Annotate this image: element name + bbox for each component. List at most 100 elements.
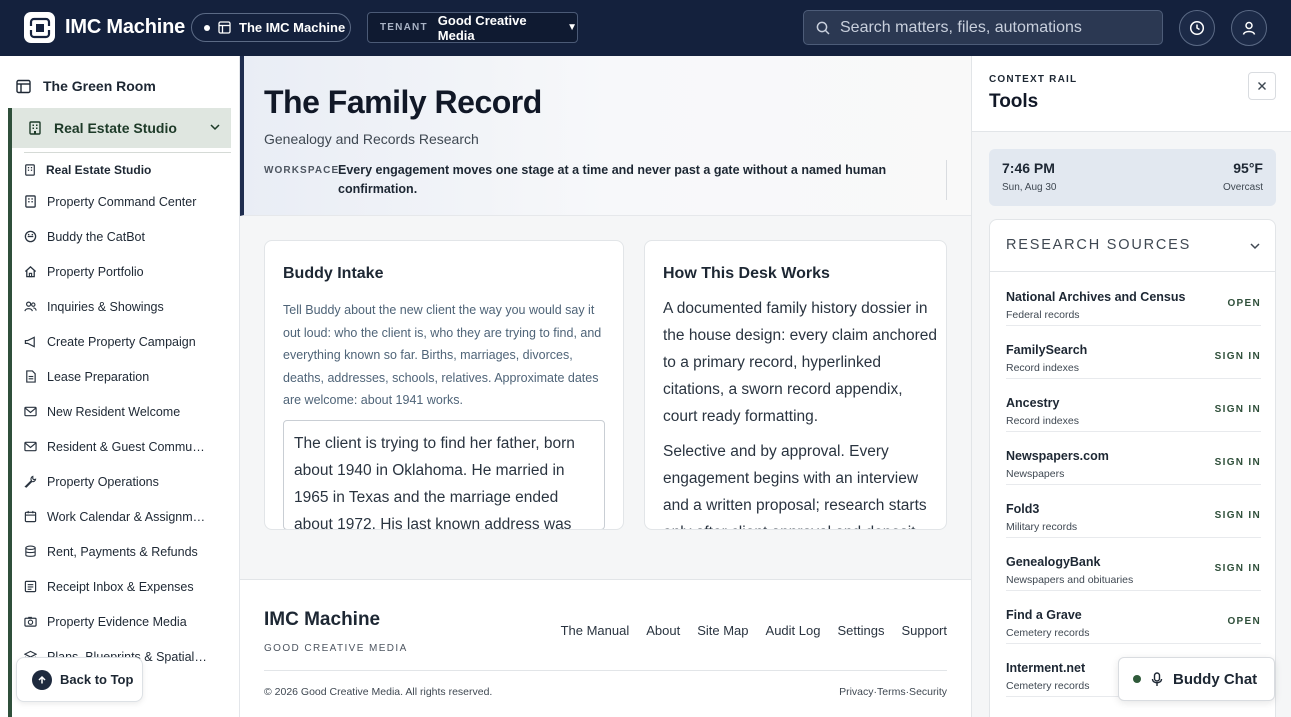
status-dot-icon — [204, 24, 210, 31]
source-name: Newspapers.com — [1006, 449, 1109, 463]
intake-textarea[interactable]: The client is trying to find her father,… — [283, 420, 605, 529]
sidebar-item-label: Property Command Center — [47, 194, 197, 209]
workspace-pill-label: The IMC Machine — [239, 20, 346, 35]
source-name: Find a Grave — [1006, 608, 1082, 622]
card-title: Buddy Intake — [283, 265, 384, 282]
search-icon — [816, 21, 830, 35]
sidebar-item-real-estate-studio[interactable]: Real Estate Studio — [24, 156, 224, 184]
source-category: Cemetery records — [1006, 627, 1090, 639]
source-category: Record indexes — [1006, 415, 1079, 427]
database-icon — [25, 545, 36, 557]
footer-brand: IMC Machine — [264, 609, 381, 630]
footer-link-site-map[interactable]: Site Map — [697, 623, 748, 638]
sidebar-item-property-operations[interactable]: Property Operations — [24, 464, 224, 499]
wrench-icon — [24, 475, 37, 488]
history-button[interactable] — [1179, 10, 1215, 46]
tenant-label: TENANT — [380, 22, 428, 33]
hero-divider — [946, 160, 947, 200]
sidebar-item-inquiries-showings[interactable]: Inquiries & Showings — [24, 289, 224, 324]
weather-temperature: 95°F — [1233, 160, 1263, 176]
workspace-label: WORKSPACE — [264, 165, 340, 176]
sidebar-item-rent-payments-refunds[interactable]: Rent, Payments & Refunds — [24, 534, 224, 569]
footer-legal-links[interactable]: Privacy·Terms·Security — [839, 686, 947, 698]
footer-links: The Manual About Site Map Audit Log Sett… — [561, 623, 947, 638]
caret-down-icon: ▼ — [567, 22, 577, 33]
sidebar-item-new-resident-welcome[interactable]: New Resident Welcome — [24, 394, 224, 429]
research-sources-list: National Archives and Census Federal rec… — [1006, 273, 1261, 697]
sidebar-item-label: Create Property Campaign — [47, 334, 196, 349]
sidebar-item-buddy-the-catbot[interactable]: Buddy the CatBot — [24, 219, 224, 254]
clock-icon — [1189, 20, 1205, 36]
building-icon — [25, 195, 36, 208]
sidebar-item-receipt-inbox-expenses[interactable]: Receipt Inbox & Expenses — [24, 569, 224, 604]
source-category: Record indexes — [1006, 362, 1079, 374]
sidebar-divider — [24, 152, 231, 153]
source-action-button[interactable]: SIGN IN — [1215, 510, 1261, 521]
source-row: National Archives and Census Federal rec… — [1006, 273, 1261, 326]
how-desk-works-card: How This Desk Works A documented family … — [644, 240, 947, 530]
source-action-button[interactable]: OPEN — [1227, 616, 1261, 627]
rail-kicker: CONTEXT RAIL — [989, 74, 1078, 85]
source-action-button[interactable]: SIGN IN — [1215, 457, 1261, 468]
brand-link[interactable]: IMC Machine — [24, 12, 185, 43]
sidebar-active-rail — [8, 108, 12, 717]
sidebar-item-label: Work Calendar & Assignments — [47, 509, 207, 524]
sidebar-item-property-evidence-media[interactable]: Property Evidence Media — [24, 604, 224, 639]
building-icon — [29, 121, 41, 135]
brand-name: IMC Machine — [65, 16, 186, 38]
tenant-selector[interactable]: TENANT Good Creative Media ▼ — [367, 12, 578, 43]
source-category: Cemetery records — [1006, 680, 1090, 692]
page-title: The Family Record — [264, 84, 542, 120]
source-action-button[interactable]: SIGN IN — [1215, 351, 1261, 362]
sidebar-item-work-calendar-assignments[interactable]: Work Calendar & Assignments — [24, 499, 224, 534]
source-row: Ancestry Record indexes SIGN IN — [1006, 379, 1261, 432]
megaphone-icon — [24, 336, 35, 348]
weather-time: 7:46 PM — [1002, 160, 1055, 176]
account-button[interactable] — [1231, 10, 1267, 46]
chevron-down-icon — [210, 124, 220, 131]
footer-link-support[interactable]: Support — [901, 623, 947, 638]
close-icon — [1258, 82, 1266, 90]
research-sources-header[interactable]: RESEARCH SOURCES — [990, 220, 1275, 272]
source-action-button[interactable]: SIGN IN — [1215, 404, 1261, 415]
footer-link-audit-log[interactable]: Audit Log — [766, 623, 821, 638]
document-icon — [26, 370, 36, 383]
context-rail: CONTEXT RAIL Tools 7:46 PM Sun, Aug 30 9… — [971, 56, 1291, 717]
sidebar-item-create-property-campaign[interactable]: Create Property Campaign — [24, 324, 224, 359]
sidebar-item-property-portfolio[interactable]: Property Portfolio — [24, 254, 224, 289]
buddy-chat-button[interactable]: Buddy Chat — [1118, 657, 1275, 701]
mail-icon — [24, 441, 37, 452]
back-to-top-button[interactable]: Back to Top — [16, 657, 143, 702]
source-category: Federal records — [1006, 309, 1080, 321]
top-bar: IMC Machine The IMC Machine TENANT Good … — [0, 0, 1291, 56]
footer-copyright: © 2026 Good Creative Media. All rights r… — [264, 686, 493, 698]
sidebar-item-label: Buddy the CatBot — [47, 229, 145, 244]
card-title: How This Desk Works — [663, 265, 830, 282]
sidebar-item-lease-preparation[interactable]: Lease Preparation — [24, 359, 224, 394]
sidebar-item-resident-guest-communications[interactable]: Resident & Guest Communications — [24, 429, 224, 464]
source-name: Ancestry — [1006, 396, 1060, 410]
source-action-button[interactable]: SIGN IN — [1215, 563, 1261, 574]
sidebar-item-label: Resident & Guest Communications — [47, 439, 207, 454]
source-action-button[interactable]: OPEN — [1227, 298, 1261, 309]
sidebar-item-label: Inquiries & Showings — [47, 299, 164, 314]
workspace-pill[interactable]: The IMC Machine — [191, 13, 351, 42]
search-box[interactable] — [803, 10, 1163, 45]
building-icon — [25, 164, 35, 176]
close-rail-button[interactable] — [1248, 72, 1276, 100]
sidebar-item-label: Rent, Payments & Refunds — [47, 544, 198, 559]
sidebar-group-real-estate-studio[interactable]: Real Estate Studio — [12, 108, 231, 148]
footer-link-manual[interactable]: The Manual — [561, 623, 630, 638]
intake-description: Tell Buddy about the new client the way … — [283, 303, 602, 407]
sidebar-item-property-command-center[interactable]: Property Command Center — [24, 184, 224, 219]
sidebar-item-label: Real Estate Studio — [46, 163, 152, 177]
footer: IMC Machine GOOD CREATIVE MEDIA The Manu… — [240, 579, 971, 717]
bot-face-icon — [24, 230, 37, 243]
rail-header: CONTEXT RAIL Tools — [972, 56, 1291, 132]
footer-link-settings[interactable]: Settings — [837, 623, 884, 638]
sidebar-header[interactable]: The Green Room — [16, 78, 156, 94]
footer-link-about[interactable]: About — [646, 623, 680, 638]
footer-divider — [264, 670, 947, 671]
weather-date: Sun, Aug 30 — [1002, 182, 1057, 193]
search-input[interactable] — [840, 18, 1150, 37]
